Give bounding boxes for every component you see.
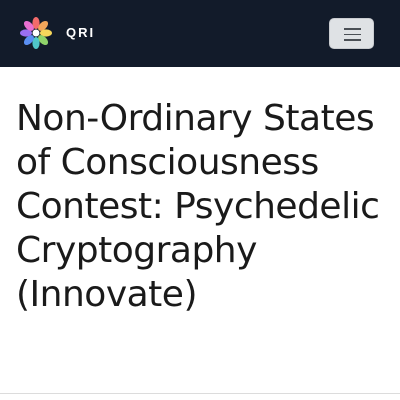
page-title: Non-Ordinary States of Consciousness Con…	[16, 98, 380, 315]
hamburger-menu-icon-line	[344, 39, 361, 41]
flower-logo-icon[interactable]	[18, 15, 54, 51]
top-navbar: QRI	[0, 0, 400, 67]
divider	[0, 393, 400, 394]
hamburger-menu-icon	[344, 28, 361, 30]
menu-toggle-button[interactable]	[329, 18, 374, 49]
brand-name[interactable]: QRI	[66, 24, 95, 42]
hamburger-menu-icon-line	[344, 33, 361, 35]
